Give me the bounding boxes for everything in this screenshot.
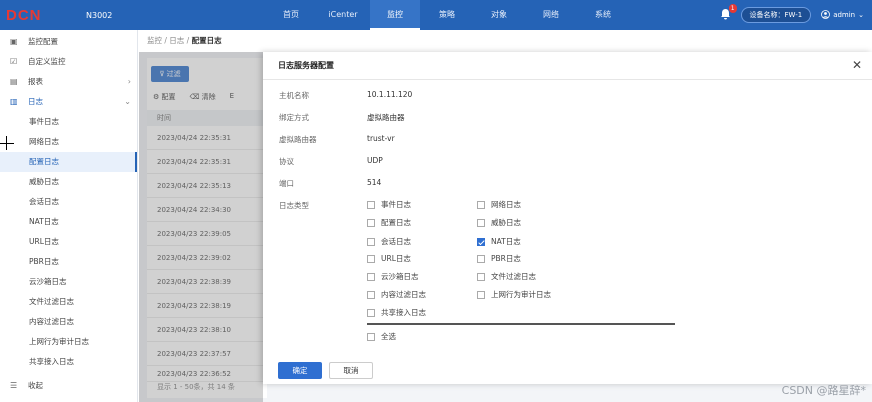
chevron-right-icon: › bbox=[127, 77, 131, 86]
checkbox-event-log[interactable]: 事件日志 bbox=[367, 199, 411, 210]
sidebar: ▣ 监控配置 ☑ 自定义监控 ▤ 报表 › ▥ 日志 ⌄ 事件日志 网络日志 配… bbox=[0, 30, 138, 402]
checkbox-shared-access-log[interactable]: 共享接入日志 bbox=[367, 307, 426, 318]
checkbox-box[interactable] bbox=[477, 200, 485, 209]
nav-home[interactable]: 首页 bbox=[266, 0, 316, 30]
checkbox-checked-icon[interactable] bbox=[477, 237, 485, 246]
checkbox-box[interactable] bbox=[477, 218, 485, 227]
checkbox-box[interactable] bbox=[367, 200, 375, 209]
checkbox-box[interactable] bbox=[477, 254, 485, 263]
checkbox-select-all[interactable]: 全选 bbox=[367, 331, 396, 342]
sidebar-subitem-threat-log[interactable]: 威胁日志 bbox=[0, 172, 137, 192]
port-label: 端口 bbox=[279, 179, 294, 188]
protocol-label: 协议 bbox=[279, 157, 294, 166]
protocol-value: UDP bbox=[367, 156, 383, 165]
checkbox-box[interactable] bbox=[367, 290, 375, 299]
sidebar-subitem-file-filter-log[interactable]: 文件过滤日志 bbox=[0, 292, 137, 312]
host-name-value: 10.1.11.120 bbox=[367, 90, 413, 99]
custom-monitor-icon: ☑ bbox=[10, 57, 18, 66]
log-server-config-dialog: 日志服务器配置 ✕ 主机名称 10.1.11.120 绑定方式 虚拟路由器 虚拟… bbox=[263, 52, 872, 384]
nav-monitor[interactable]: 监控 bbox=[370, 0, 420, 30]
host-name-label: 主机名称 bbox=[279, 91, 309, 100]
checkbox-threat-log[interactable]: 威胁日志 bbox=[477, 217, 521, 228]
nav-policy[interactable]: 策略 bbox=[422, 0, 472, 30]
virtual-router-label: 虚拟路由器 bbox=[279, 135, 317, 144]
username: admin bbox=[833, 11, 856, 19]
breadcrumb-current: 配置日志 bbox=[191, 36, 222, 45]
virtual-router-value: trust-vr bbox=[367, 134, 395, 143]
checkbox-content-filter-log[interactable]: 内容过滤日志 bbox=[367, 289, 426, 300]
checkbox-file-filter-log[interactable]: 文件过滤日志 bbox=[477, 271, 536, 282]
device-name-badge[interactable]: 设备名称：FW-1 bbox=[740, 7, 812, 23]
user-menu[interactable]: admin ⌄ bbox=[821, 9, 864, 21]
checkbox-session-log[interactable]: 会话日志 bbox=[367, 236, 411, 247]
sidebar-subitem-url-log[interactable]: URL日志 bbox=[0, 232, 137, 252]
divider bbox=[367, 323, 675, 325]
sidebar-item-report[interactable]: ▤ 报表 › bbox=[0, 72, 137, 92]
checkbox-web-audit-log[interactable]: 上网行为审计日志 bbox=[477, 289, 551, 300]
brand-logo[interactable]: DCN bbox=[6, 7, 72, 24]
modal-overlay[interactable] bbox=[139, 52, 263, 402]
checkbox-box[interactable] bbox=[367, 272, 375, 281]
nav-network[interactable]: 网络 bbox=[526, 0, 576, 30]
breadcrumb-path: 监控 / 日志 / bbox=[147, 36, 192, 45]
binding-mode-label: 绑定方式 bbox=[279, 113, 309, 122]
sidebar-collapse-button[interactable]: ☰ 收起 bbox=[0, 376, 43, 396]
collapse-icon: ☰ bbox=[10, 381, 18, 390]
top-navigation-bar: DCN N3002 首页 iCenter 监控 策略 对象 网络 系统 1 设备… bbox=[0, 0, 872, 30]
confirm-button[interactable]: 确定 bbox=[278, 362, 322, 379]
checkbox-network-log[interactable]: 网络日志 bbox=[477, 199, 521, 210]
crosshair-cursor-icon bbox=[0, 136, 14, 150]
checkbox-box[interactable] bbox=[367, 254, 375, 263]
sidebar-item-log[interactable]: ▥ 日志 ⌄ bbox=[0, 92, 137, 112]
notification-bell-icon[interactable]: 1 bbox=[720, 3, 737, 23]
sidebar-subitem-network-log[interactable]: 网络日志 bbox=[0, 132, 137, 152]
checkbox-box[interactable] bbox=[367, 237, 375, 246]
checkbox-box[interactable] bbox=[367, 218, 375, 227]
checkbox-pbr-log[interactable]: PBR日志 bbox=[477, 253, 521, 264]
close-icon[interactable]: ✕ bbox=[852, 58, 862, 72]
monitor-config-icon: ▣ bbox=[10, 37, 18, 46]
sidebar-subitem-shared-access-log[interactable]: 共享接入日志 bbox=[0, 352, 137, 372]
sidebar-subitem-sandbox-log[interactable]: 云沙箱日志 bbox=[0, 272, 137, 292]
cancel-button[interactable]: 取消 bbox=[329, 362, 373, 379]
sidebar-subitem-content-filter-log[interactable]: 内容过滤日志 bbox=[0, 312, 137, 332]
checkbox-sandbox-log[interactable]: 云沙箱日志 bbox=[367, 271, 419, 282]
nav-object[interactable]: 对象 bbox=[474, 0, 524, 30]
checkbox-box[interactable] bbox=[477, 272, 485, 281]
log-icon: ▥ bbox=[10, 97, 18, 106]
sidebar-item-custom-monitor[interactable]: ☑ 自定义监控 bbox=[0, 52, 137, 72]
binding-mode-value: 虚拟路由器 bbox=[367, 113, 405, 122]
checkbox-url-log[interactable]: URL日志 bbox=[367, 253, 411, 264]
main-nav: 首页 iCenter 监控 策略 对象 网络 系统 bbox=[266, 0, 630, 30]
notification-badge: 1 bbox=[728, 3, 737, 13]
checkbox-box[interactable] bbox=[477, 290, 485, 299]
report-icon: ▤ bbox=[10, 77, 18, 86]
sidebar-subitem-nat-log[interactable]: NAT日志 bbox=[0, 212, 137, 232]
checkbox-config-log[interactable]: 配置日志 bbox=[367, 217, 411, 228]
checkbox-box[interactable] bbox=[367, 332, 375, 341]
sidebar-subitem-pbr-log[interactable]: PBR日志 bbox=[0, 252, 137, 272]
sidebar-subitem-event-log[interactable]: 事件日志 bbox=[0, 112, 137, 132]
breadcrumb: 监控 / 日志 / 配置日志 bbox=[139, 30, 872, 52]
device-model: N3002 bbox=[86, 10, 113, 20]
chevron-down-icon: ⌄ bbox=[858, 11, 864, 19]
nav-icenter[interactable]: iCenter bbox=[318, 0, 368, 30]
sidebar-subitem-session-log[interactable]: 会话日志 bbox=[0, 192, 137, 212]
checkbox-nat-log[interactable]: NAT日志 bbox=[477, 236, 521, 247]
chevron-down-icon: ⌄ bbox=[124, 97, 131, 106]
log-type-label: 日志类型 bbox=[279, 201, 309, 210]
sidebar-subitem-web-audit-log[interactable]: 上网行为审计日志 bbox=[0, 332, 137, 352]
dialog-title: 日志服务器配置 bbox=[263, 52, 872, 80]
watermark: CSDN @路星辞* bbox=[781, 384, 866, 397]
sidebar-subitem-config-log[interactable]: 配置日志 bbox=[0, 152, 137, 172]
nav-system[interactable]: 系统 bbox=[578, 0, 628, 30]
topbar-actions: 1 设备名称：FW-1 admin ⌄ bbox=[720, 0, 864, 30]
port-value: 514 bbox=[367, 178, 382, 187]
user-avatar-icon bbox=[821, 9, 831, 21]
checkbox-box[interactable] bbox=[367, 308, 375, 317]
sidebar-item-monitor-config[interactable]: ▣ 监控配置 bbox=[0, 32, 137, 52]
